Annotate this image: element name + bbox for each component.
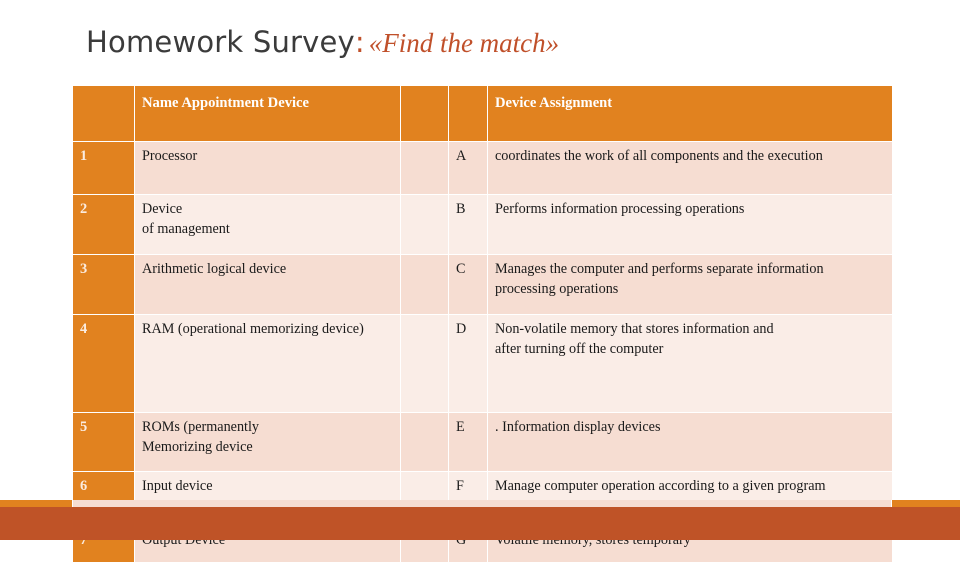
row-number: 5 <box>72 412 135 472</box>
device-assignment-cell: coordinates the work of all components a… <box>487 141 893 195</box>
table-row: 2 Device of management B Performs informatio… <box>72 194 893 255</box>
page-title: Homework Survey: «Find the match» <box>86 28 559 57</box>
device-assignment-cell: . Information display devices <box>487 412 893 472</box>
answer-letter-cell: A <box>448 141 488 195</box>
bottom-color-band <box>0 507 960 540</box>
device-assignment-cell: Manages the computer and performs separa… <box>487 254 893 315</box>
device-name-cell: RAM (operational memorizing device) <box>134 314 401 413</box>
spacer-cell <box>400 141 449 195</box>
spacer-cell <box>400 194 449 255</box>
header-number <box>72 85 135 142</box>
page-title-accent: «Find the match» <box>368 28 560 58</box>
header-device-assignment: Device Assignment <box>487 85 893 142</box>
header-device-name: Name Appointment Device <box>134 85 401 142</box>
table-row: 4 RAM (operational memorizing device) D Non… <box>72 314 893 413</box>
row-number: 4 <box>72 314 135 413</box>
table-row: 1 Processor A coordinates the work of all … <box>72 141 893 195</box>
table-header-row: Name Appointment Device Device Assignmen… <box>72 85 893 142</box>
spacer-cell <box>400 412 449 472</box>
device-name-cell: Processor <box>134 141 401 195</box>
header-spacer <box>400 85 449 142</box>
matching-exercise-table: Name Appointment Device Device Assignmen… <box>72 85 893 563</box>
page-title-colon: : <box>354 25 365 59</box>
answer-letter-cell: D <box>448 314 488 413</box>
row-number: 2 <box>72 194 135 255</box>
device-name-cell: Device of management <box>134 194 401 255</box>
row-number: 1 <box>72 141 135 195</box>
row-number: 3 <box>72 254 135 315</box>
answer-letter-cell: E <box>448 412 488 472</box>
table-row: 3 Arithmetic logical device C Manages the c… <box>72 254 893 315</box>
table-bottom-overlap <box>72 500 892 507</box>
spacer-cell <box>400 254 449 315</box>
device-assignment-cell: Non-volatile memory that stores informat… <box>487 314 893 413</box>
page-title-main: Homework Survey <box>86 25 355 59</box>
device-name-cell: Arithmetic logical device <box>134 254 401 315</box>
answer-letter-cell: C <box>448 254 488 315</box>
device-assignment-cell: Performs information processing operatio… <box>487 194 893 255</box>
device-name-cell: ROMs (permanently Memorizing device <box>134 412 401 472</box>
answer-letter-cell: B <box>448 194 488 255</box>
header-letter <box>448 85 488 142</box>
table-row: 5 ROMs (permanently Memorizing device E. In… <box>72 412 893 472</box>
spacer-cell <box>400 314 449 413</box>
